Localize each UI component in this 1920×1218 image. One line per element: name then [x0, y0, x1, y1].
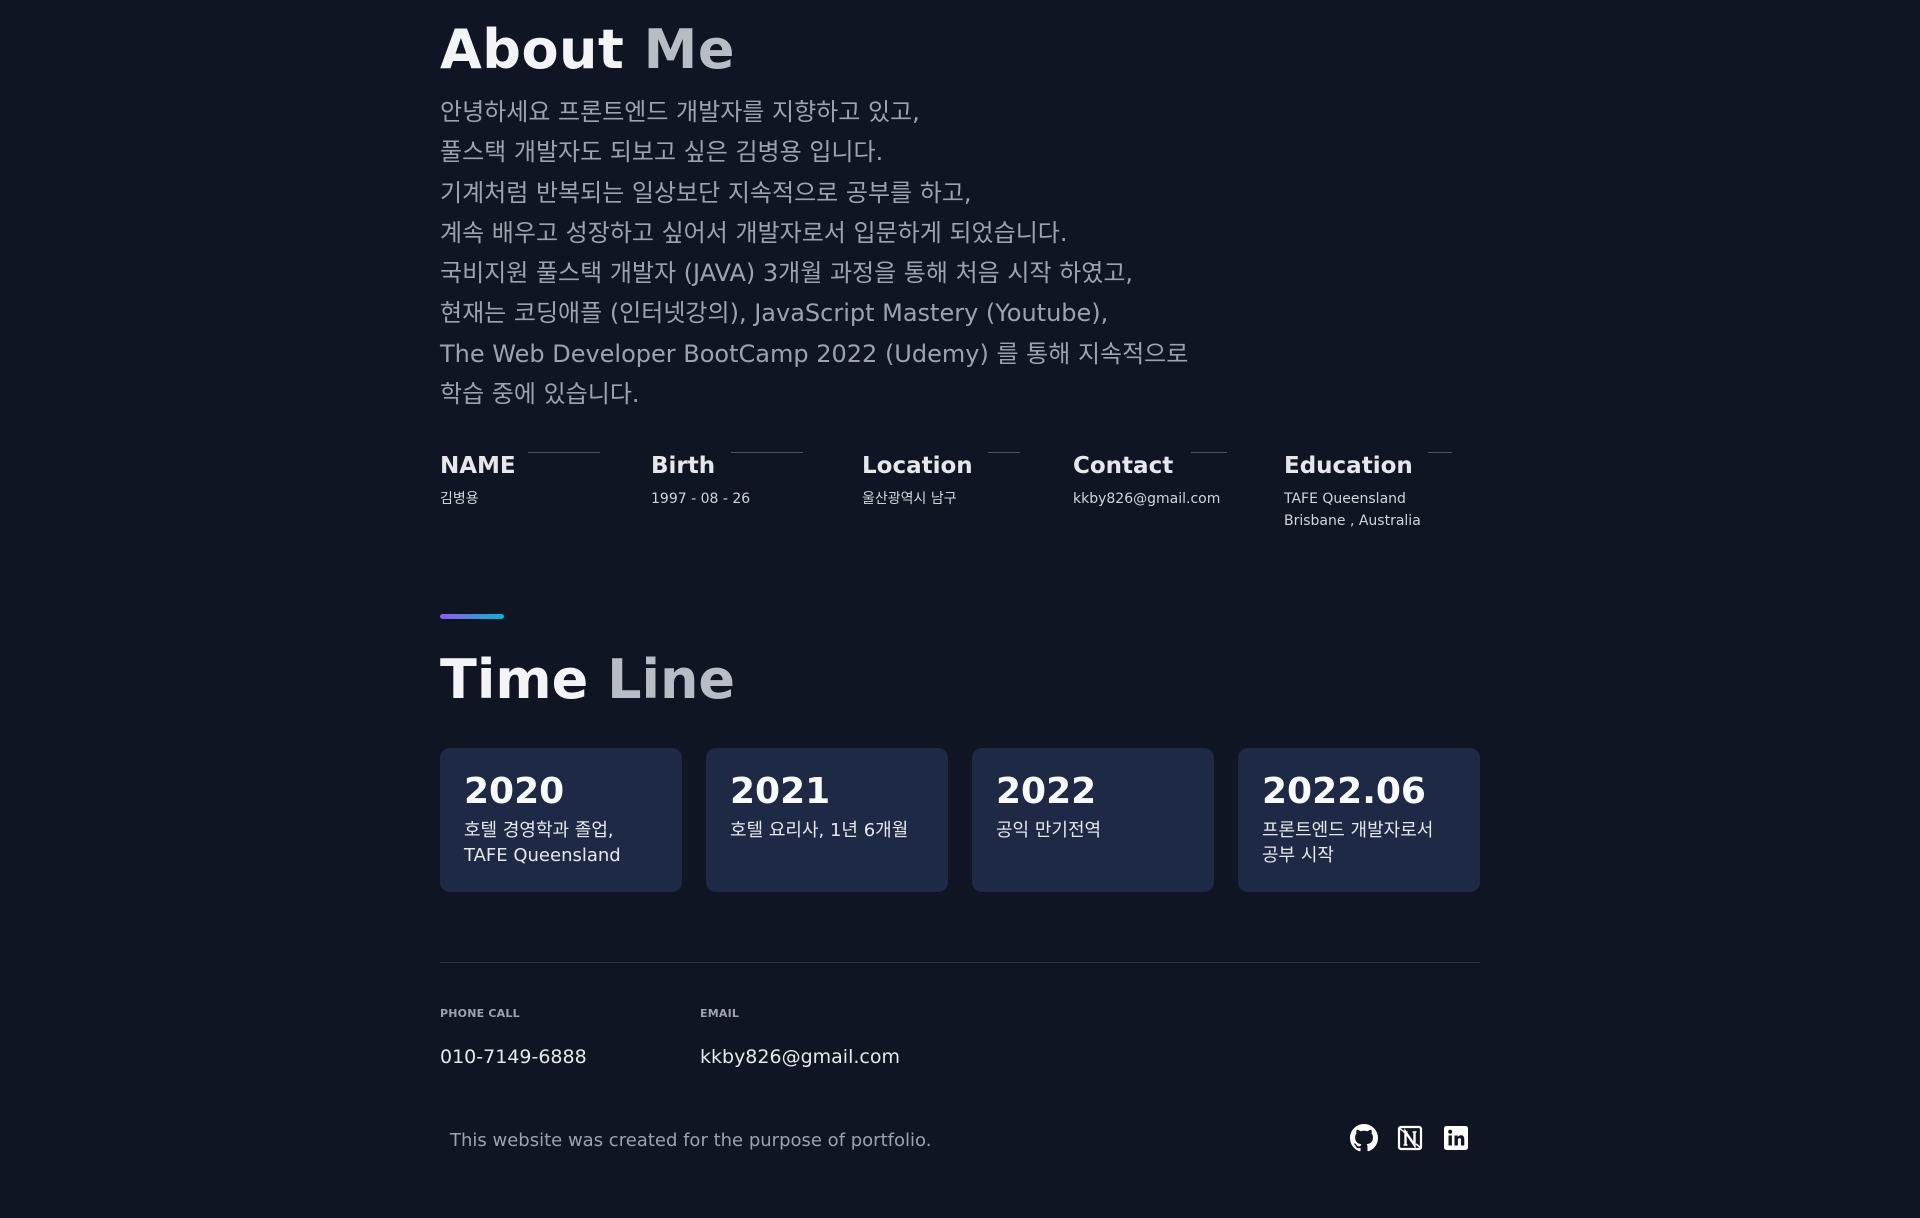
card-description: 공익 만기전역: [996, 818, 1192, 843]
card-description: 호텔 경영학과 졸업, TAFE Queensland: [464, 818, 660, 868]
linkedin-icon[interactable]: [1442, 1124, 1470, 1152]
phone-value[interactable]: 010-7149-6888: [440, 1046, 587, 1068]
card-year: 2022.06: [1262, 771, 1426, 812]
timeline-card: 2022 공익 만기전역: [972, 748, 1214, 892]
card-description-line: 공익 만기전역: [996, 820, 1102, 841]
about-title-word1: About: [440, 18, 625, 81]
footer-divider: [440, 962, 1480, 963]
phone-label: PHONE CALL: [440, 1007, 520, 1020]
github-icon[interactable]: [1350, 1124, 1378, 1152]
accent-bar: [440, 614, 504, 619]
about-line: 안녕하세요 프론트엔드 개발자를 지향하고 있고,: [440, 98, 920, 126]
info-value: 김병용: [440, 491, 479, 507]
info-label: Education: [1284, 448, 1452, 484]
info-birth: Birth 1997 - 08 - 26: [651, 448, 841, 510]
info-contact: Contact kkby826@gmail.com: [1073, 448, 1263, 510]
notion-icon[interactable]: [1396, 1124, 1424, 1152]
info-label: NAME: [440, 448, 600, 484]
card-description-line: 프론트엔드 개발자로서: [1262, 820, 1434, 841]
info-value-line: Brisbane , Australia: [1284, 513, 1421, 529]
info-value: 1997 - 08 - 26: [651, 491, 751, 507]
label-decoration-line: [1191, 452, 1227, 453]
email-value[interactable]: kkby826@gmail.com: [700, 1046, 900, 1068]
about-line: 풀스택 개발자도 되보고 싶은 김병용 입니다.: [440, 138, 884, 167]
info-label-text: Education: [1284, 453, 1413, 479]
card-description-line: 공부 시작: [1262, 845, 1334, 866]
card-description-line: 호텔 경영학과 졸업,: [464, 820, 614, 841]
info-label: Location: [862, 448, 1020, 484]
info-value: kkby826@gmail.com: [1073, 491, 1221, 507]
label-decoration-line: [1428, 452, 1452, 453]
about-line: 국비지원 풀스택 개발자 (JAVA) 3개월 과정을 통해 처음 시작 하였고…: [440, 259, 1134, 288]
info-label-text: Birth: [651, 453, 716, 479]
card-description-line: 호텔 요리사, 1년 6개월: [730, 820, 909, 841]
card-year: 2020: [464, 771, 565, 812]
about-line: 현재는 코딩애플 (인터넷강의), JavaScript Mastery (Yo…: [440, 299, 1109, 328]
info-label: Contact: [1073, 448, 1227, 484]
card-description: 프론트엔드 개발자로서 공부 시작: [1262, 818, 1458, 868]
email-label: EMAIL: [700, 1007, 740, 1020]
about-title-word2: Me: [643, 18, 735, 81]
card-year: 2021: [730, 771, 831, 812]
label-decoration-line: [988, 452, 1020, 453]
info-value: TAFE Queensland Brisbane , Australia: [1284, 488, 1474, 532]
timeline-title-word1: Time: [440, 648, 589, 711]
info-education: Education TAFE Queensland Brisbane , Aus…: [1284, 448, 1474, 532]
about-description: 안녕하세요 프론트엔드 개발자를 지향하고 있고, 풀스택 개발자도 되보고 싶…: [440, 92, 1200, 414]
timeline-title-word2: Line: [607, 648, 736, 711]
info-label-text: NAME: [440, 453, 516, 479]
card-description-line: TAFE Queensland: [464, 845, 621, 866]
portfolio-page: About Me 안녕하세요 프론트엔드 개발자를 지향하고 있고, 풀스택 개…: [0, 0, 1920, 1218]
label-decoration-line: [731, 452, 803, 453]
info-label-text: Location: [862, 453, 973, 479]
info-row: NAME 김병용 Birth 1997 - 08 - 26 Location 울…: [440, 448, 1480, 538]
card-year: 2022: [996, 771, 1097, 812]
about-line: 계속 배우고 성장하고 싶어서 개발자로서 입문하게 되었습니다.: [440, 218, 1068, 247]
info-value: 울산광역시 남구: [862, 491, 957, 507]
about-title: About Me: [440, 18, 735, 82]
about-line: The Web Developer BootCamp 2022 (Udemy) …: [440, 339, 1189, 368]
card-description: 호텔 요리사, 1년 6개월: [730, 818, 926, 843]
info-value-line: TAFE Queensland: [1284, 491, 1406, 507]
info-label: Birth: [651, 448, 803, 484]
timeline-cards: 2020 호텔 경영학과 졸업, TAFE Queensland 2021 호텔…: [440, 748, 1480, 892]
footer-text: This website was created for the purpose…: [450, 1130, 932, 1151]
timeline-title: Time Line: [440, 644, 735, 716]
info-label-text: Contact: [1073, 453, 1174, 479]
timeline-card: 2021 호텔 요리사, 1년 6개월: [706, 748, 948, 892]
social-links: [1350, 1124, 1470, 1152]
timeline-card: 2022.06 프론트엔드 개발자로서 공부 시작: [1238, 748, 1480, 892]
about-line: 학습 중에 있습니다.: [440, 380, 640, 409]
label-decoration-line: [528, 452, 600, 453]
about-line: 기계처럼 반복되는 일상보단 지속적으로 공부를 하고,: [440, 178, 972, 207]
info-name: NAME 김병용: [440, 448, 630, 510]
timeline-card: 2020 호텔 경영학과 졸업, TAFE Queensland: [440, 748, 682, 892]
info-location: Location 울산광역시 남구: [862, 448, 1052, 510]
